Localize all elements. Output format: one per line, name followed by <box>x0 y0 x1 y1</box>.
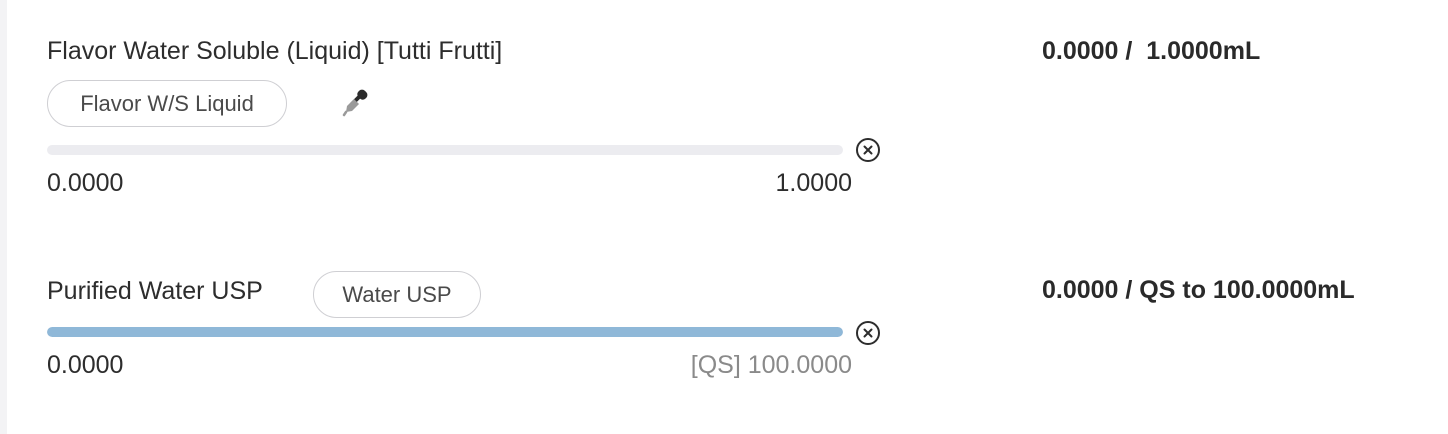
amount-readout: 0.0000 / QS to 100.0000mL <box>1042 276 1355 304</box>
ingredient-tag[interactable]: Flavor W/S Liquid <box>47 80 287 127</box>
ingredient-list: Flavor Water Soluble (Liquid) [Tutti Fru… <box>0 0 1448 434</box>
clear-icon[interactable] <box>855 137 881 163</box>
amount-readout: 0.0000 / 1.0000mL <box>1042 37 1261 65</box>
ingredient-tag[interactable]: Water USP <box>313 271 481 318</box>
ingredient-name: Flavor Water Soluble (Liquid) [Tutti Fru… <box>47 37 503 65</box>
amount-slider-track[interactable] <box>47 145 843 155</box>
clear-icon[interactable] <box>855 320 881 346</box>
slider-max-label: 1.0000 <box>775 169 852 197</box>
amount-slider-fill <box>47 327 843 337</box>
amount-slider-track[interactable] <box>47 327 843 337</box>
ingredient-name: Purified Water USP <box>47 277 263 305</box>
slider-min-label: 0.0000 <box>47 351 124 379</box>
slider-max-label: [QS] 100.0000 <box>690 351 852 379</box>
dropper-icon[interactable] <box>341 88 371 118</box>
slider-min-label: 0.0000 <box>47 169 124 197</box>
